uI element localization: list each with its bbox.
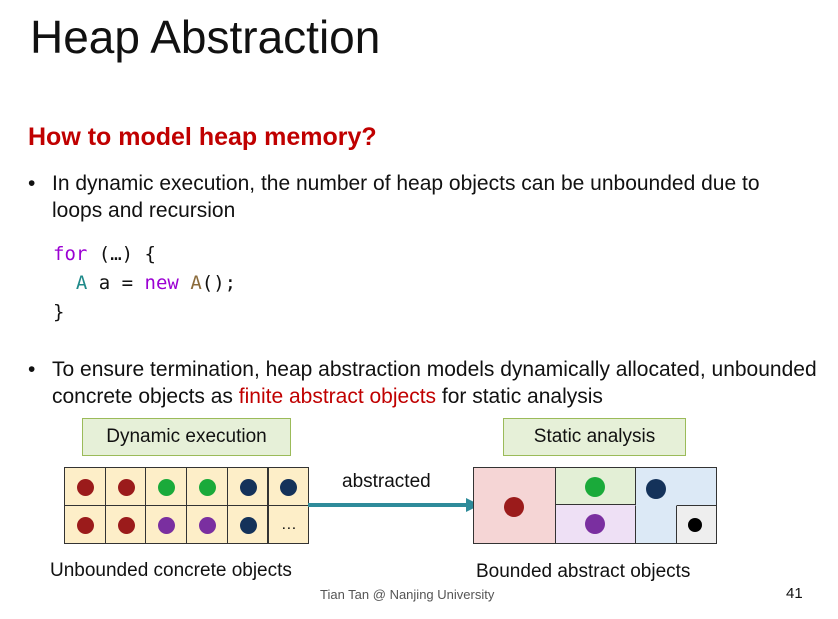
grid-cell — [226, 467, 269, 506]
concrete-object-green — [158, 478, 176, 496]
caption-concrete: Unbounded concrete objects — [50, 560, 292, 581]
code-ctor: A — [178, 272, 202, 294]
grid-cell: … — [267, 505, 310, 544]
code-ctor-end: (); — [201, 272, 237, 294]
ellipsis-marker: … — [280, 516, 297, 533]
abstract-object-navy — [646, 479, 666, 499]
slide-subtitle: How to model heap memory? — [28, 123, 377, 151]
code-for-rest: (…) { — [87, 243, 156, 265]
grid-cell — [226, 505, 269, 544]
slide-footer: Tian Tan @ Nanjing University — [320, 587, 495, 602]
grid-cell — [64, 467, 106, 506]
grid-cell — [104, 467, 147, 506]
bullet-text-post: for static analysis — [436, 385, 603, 408]
dynamic-execution-label: Dynamic execution — [82, 418, 291, 456]
caption-abstract: Bounded abstract objects — [476, 561, 691, 582]
abstract-object-green — [585, 477, 605, 497]
abstracted-label: abstracted — [342, 471, 431, 492]
grid-cell — [267, 467, 310, 506]
abstract-object-red — [504, 497, 524, 517]
grid-cell — [145, 505, 188, 544]
concrete-object-red — [117, 478, 135, 496]
concrete-object-purple — [198, 516, 216, 534]
static-analysis-label: Static analysis — [503, 418, 686, 456]
grid-cell — [104, 505, 147, 544]
grid-cell — [145, 467, 188, 506]
bullet-text: In dynamic execution, the number of heap… — [52, 172, 760, 222]
concrete-object-navy — [239, 478, 257, 496]
abstract-objects-map — [473, 467, 717, 544]
bullet-termination: • To ensure termination, heap abstractio… — [28, 356, 832, 410]
page-number: 41 — [786, 585, 803, 602]
abstract-object-purple — [585, 514, 605, 534]
concrete-object-navy — [280, 478, 298, 496]
concrete-objects-grid: … — [64, 467, 310, 544]
abstract-object-black — [688, 518, 702, 532]
slide-title: Heap Abstraction — [30, 11, 381, 63]
code-keyword-for: for — [53, 243, 88, 265]
concrete-object-red — [76, 516, 94, 534]
grid-cell — [186, 467, 228, 506]
bullet-dot: • — [28, 172, 36, 195]
concrete-object-green — [198, 478, 216, 496]
bullet-highlight: finite abstract objects — [238, 385, 437, 408]
bullet-unbounded: • In dynamic execution, the number of he… — [28, 170, 812, 224]
code-snippet: for (…) { A a = new A(); } — [53, 240, 236, 327]
concrete-object-red — [117, 516, 135, 534]
concrete-object-navy — [239, 516, 257, 534]
code-close-brace: } — [53, 301, 65, 323]
bullet-dot: • — [28, 358, 36, 381]
grid-cell — [64, 505, 106, 544]
code-type: A — [75, 272, 88, 294]
code-keyword-new: new — [144, 272, 179, 294]
grid-cell — [186, 505, 228, 544]
code-var: a = — [87, 272, 145, 294]
concrete-object-purple — [158, 516, 176, 534]
concrete-object-red — [76, 478, 94, 496]
